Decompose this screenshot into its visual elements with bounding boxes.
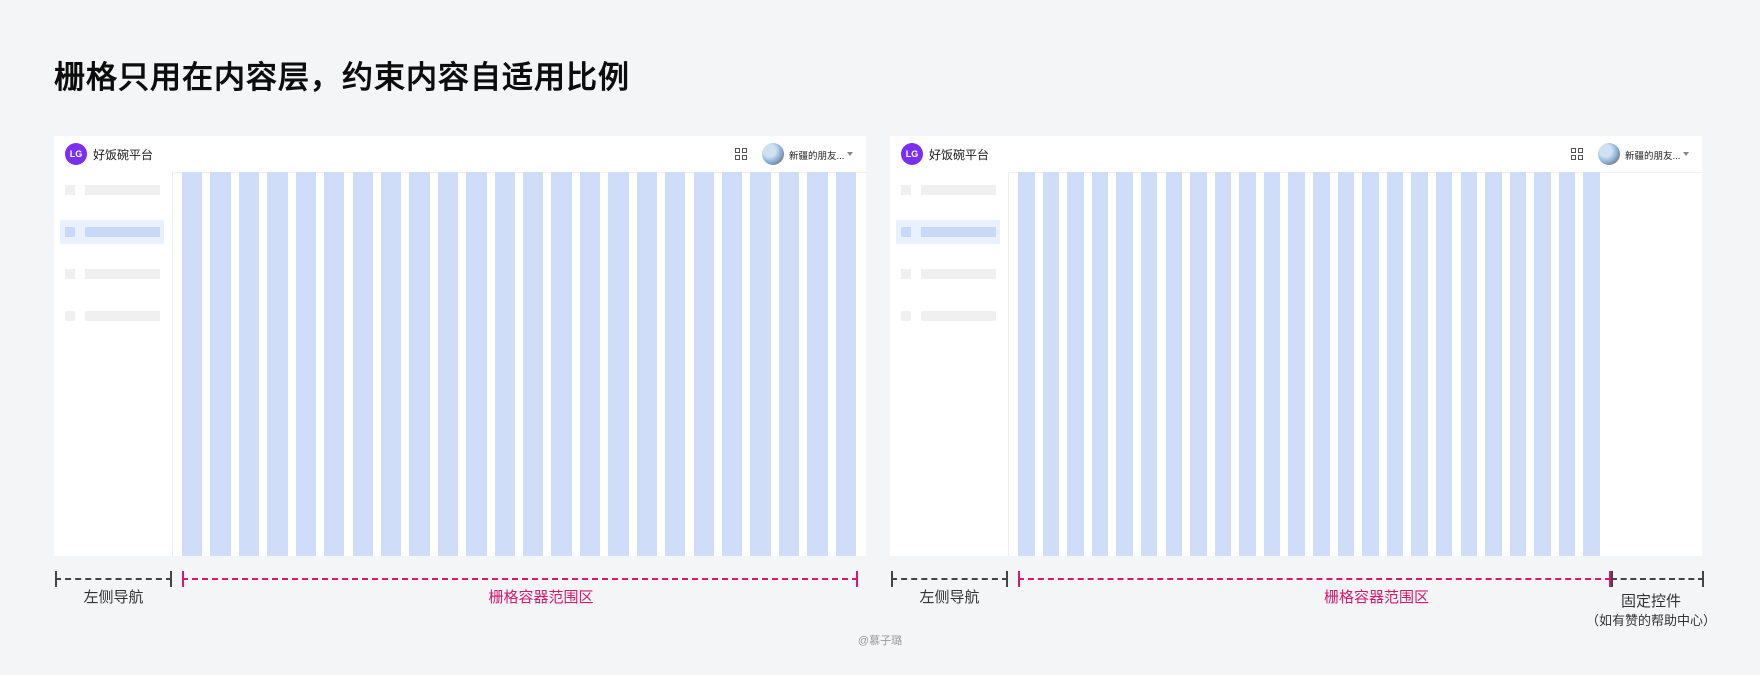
user-avatar[interactable] bbox=[1598, 143, 1620, 165]
grid-column bbox=[750, 172, 771, 556]
grid-column bbox=[1042, 172, 1060, 556]
grid-column bbox=[1116, 172, 1133, 556]
app-name: 好饭碗平台 bbox=[93, 148, 154, 162]
grid-column bbox=[579, 172, 601, 556]
nav-item-active[interactable] bbox=[60, 220, 164, 244]
grid-column bbox=[1337, 172, 1355, 556]
grid-column bbox=[1239, 172, 1256, 556]
grid-column bbox=[551, 172, 572, 556]
grid-column bbox=[636, 172, 658, 556]
grid-column bbox=[1460, 172, 1478, 556]
side-navigation bbox=[54, 172, 173, 556]
grid-column bbox=[1214, 172, 1232, 556]
grid-column bbox=[1485, 172, 1502, 556]
grid-column bbox=[1091, 172, 1109, 556]
layout-example-right: LG 好饭碗平台 新疆的朋友... bbox=[890, 136, 1702, 556]
nav-item[interactable] bbox=[60, 304, 164, 328]
grid-column bbox=[693, 172, 714, 556]
nav-item[interactable] bbox=[896, 304, 1000, 328]
grid-column bbox=[267, 172, 288, 556]
nav-range-label: 左侧导航 bbox=[919, 589, 980, 606]
grid-column bbox=[1288, 172, 1305, 556]
grid-column bbox=[778, 172, 800, 556]
grid-column bbox=[409, 172, 430, 556]
nav-item[interactable] bbox=[896, 178, 1000, 202]
grid-range-label: 栅格容器范围区 bbox=[488, 589, 594, 606]
grid-column bbox=[437, 172, 459, 556]
nav-item[interactable] bbox=[60, 178, 164, 202]
grid-column bbox=[807, 172, 828, 556]
app-logo[interactable]: LG bbox=[901, 143, 923, 165]
grid-column bbox=[1313, 172, 1330, 556]
user-avatar[interactable] bbox=[762, 143, 784, 165]
grid-column bbox=[1362, 172, 1379, 556]
user-name[interactable]: 新疆的朋友... bbox=[1625, 148, 1680, 162]
fixed-control-label: 固定控件 bbox=[1620, 593, 1681, 610]
grid-column bbox=[1263, 172, 1281, 556]
grid-column bbox=[1411, 172, 1428, 556]
apps-grid-icon[interactable] bbox=[735, 148, 747, 160]
grid-column bbox=[1165, 172, 1183, 556]
nav-item[interactable] bbox=[896, 262, 1000, 286]
grid-column bbox=[523, 172, 544, 556]
caret-down-icon[interactable] bbox=[1683, 152, 1689, 156]
grid-column bbox=[1067, 172, 1084, 556]
grid-column bbox=[494, 172, 515, 556]
grid-column bbox=[1018, 172, 1035, 556]
top-bar: LG 好饭碗平台 新疆的朋友... bbox=[54, 136, 866, 173]
grid-column bbox=[238, 172, 260, 556]
grid-column bbox=[210, 172, 231, 556]
grid-column bbox=[1435, 172, 1453, 556]
grid-column bbox=[1190, 172, 1207, 556]
grid-column bbox=[324, 172, 345, 556]
grid-column bbox=[1386, 172, 1404, 556]
grid-column bbox=[1558, 172, 1576, 556]
grid-column bbox=[1534, 172, 1551, 556]
apps-grid-icon[interactable] bbox=[1571, 148, 1583, 160]
nav-item-active[interactable] bbox=[896, 220, 1000, 244]
nav-item[interactable] bbox=[60, 262, 164, 286]
grid-column bbox=[608, 172, 629, 556]
grid-column bbox=[835, 172, 856, 556]
page-title: 栅格只用在内容层，约束内容自适用比例 bbox=[54, 60, 630, 95]
top-bar: LG 好饭碗平台 新疆的朋友... bbox=[890, 136, 1702, 173]
app-logo[interactable]: LG bbox=[65, 143, 87, 165]
grid-column bbox=[380, 172, 402, 556]
user-name[interactable]: 新疆的朋友... bbox=[789, 148, 844, 162]
grid-column bbox=[665, 172, 686, 556]
grid-column bbox=[295, 172, 317, 556]
side-navigation bbox=[890, 172, 1009, 556]
nav-range-label: 左侧导航 bbox=[83, 589, 144, 606]
watermark: @慕子璐 bbox=[857, 635, 903, 647]
grid-column bbox=[721, 172, 743, 556]
grid-column bbox=[1583, 172, 1600, 556]
grid-column bbox=[466, 172, 487, 556]
grid-column bbox=[182, 172, 203, 556]
fixed-control-note: （如有赞的帮助中心） bbox=[1585, 613, 1716, 628]
grid-column bbox=[1140, 172, 1158, 556]
app-name: 好饭碗平台 bbox=[929, 148, 990, 162]
grid-column bbox=[1509, 172, 1527, 556]
caret-down-icon[interactable] bbox=[847, 152, 853, 156]
grid-column bbox=[352, 172, 373, 556]
layout-example-left: LG 好饭碗平台 新疆的朋友... bbox=[54, 136, 866, 556]
